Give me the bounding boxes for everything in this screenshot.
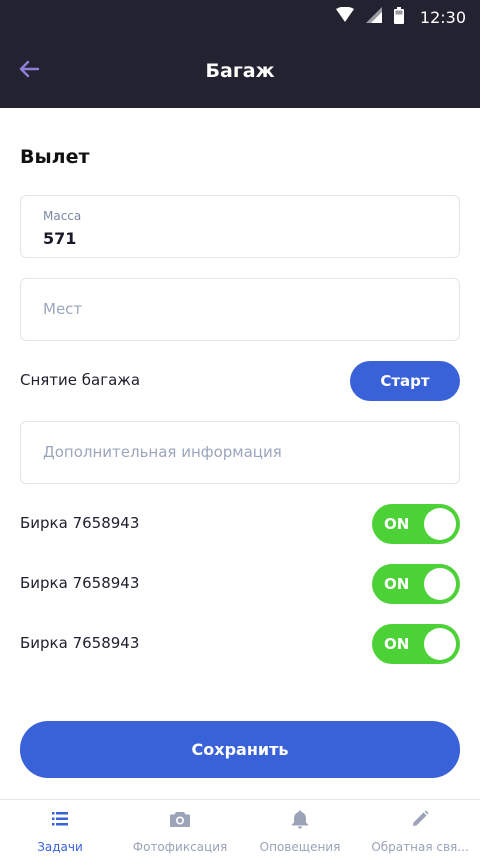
- nav-item-notifications[interactable]: Оповещения: [240, 800, 360, 856]
- wifi-icon: [335, 6, 354, 27]
- tag-label: Бирка 7658943: [20, 574, 140, 592]
- tag-toggle[interactable]: ON: [372, 564, 460, 604]
- battery-icon: [393, 6, 404, 28]
- nav-item-photo[interactable]: Фотофиксация: [120, 800, 240, 856]
- toggle-state-label: ON: [384, 635, 410, 653]
- list-icon: [52, 808, 68, 830]
- nav-label: Задачи: [37, 840, 83, 854]
- unloading-label: Снятие багажа: [20, 371, 141, 389]
- additional-info-field[interactable]: Дополнительная информация: [20, 421, 460, 484]
- section-title: Вылет: [20, 146, 90, 168]
- bell-icon: [290, 808, 310, 830]
- mass-field-label: Масса: [43, 209, 82, 223]
- nav-label: Оповещения: [259, 840, 341, 854]
- status-time: 12:30: [419, 7, 466, 27]
- camera-icon: [169, 808, 191, 830]
- signal-icon: [365, 7, 382, 27]
- mass-field-value: 571: [43, 229, 77, 248]
- app-bar: Багаж: [0, 34, 480, 108]
- toggle-knob: [424, 508, 456, 540]
- places-field[interactable]: Мест: [20, 278, 460, 341]
- nav-item-tasks[interactable]: Задачи: [0, 800, 120, 856]
- start-button[interactable]: Старт: [350, 361, 460, 401]
- additional-info-placeholder: Дополнительная информация: [43, 443, 282, 461]
- page-title: Багаж: [205, 60, 275, 82]
- toggle-state-label: ON: [384, 575, 410, 593]
- status-bar: 12:30: [0, 0, 480, 34]
- toggle-knob: [424, 628, 456, 660]
- tag-toggle[interactable]: ON: [372, 624, 460, 664]
- toggle-state-label: ON: [384, 515, 410, 533]
- status-icons: 12:30: [335, 0, 466, 34]
- bottom-nav: Задачи Фотофиксация Оповещения Обратная …: [0, 799, 480, 856]
- tag-label: Бирка 7658943: [20, 514, 140, 532]
- pencil-icon: [411, 808, 429, 830]
- nav-label: Обратная свя...: [371, 840, 469, 854]
- nav-item-feedback[interactable]: Обратная свя...: [360, 800, 480, 856]
- tag-toggle[interactable]: ON: [372, 504, 460, 544]
- mass-field[interactable]: Масса 571: [20, 195, 460, 258]
- save-button[interactable]: Сохранить: [20, 721, 460, 778]
- tag-label: Бирка 7658943: [20, 634, 140, 652]
- toggle-knob: [424, 568, 456, 600]
- nav-label: Фотофиксация: [132, 840, 228, 854]
- places-field-placeholder: Мест: [43, 300, 83, 318]
